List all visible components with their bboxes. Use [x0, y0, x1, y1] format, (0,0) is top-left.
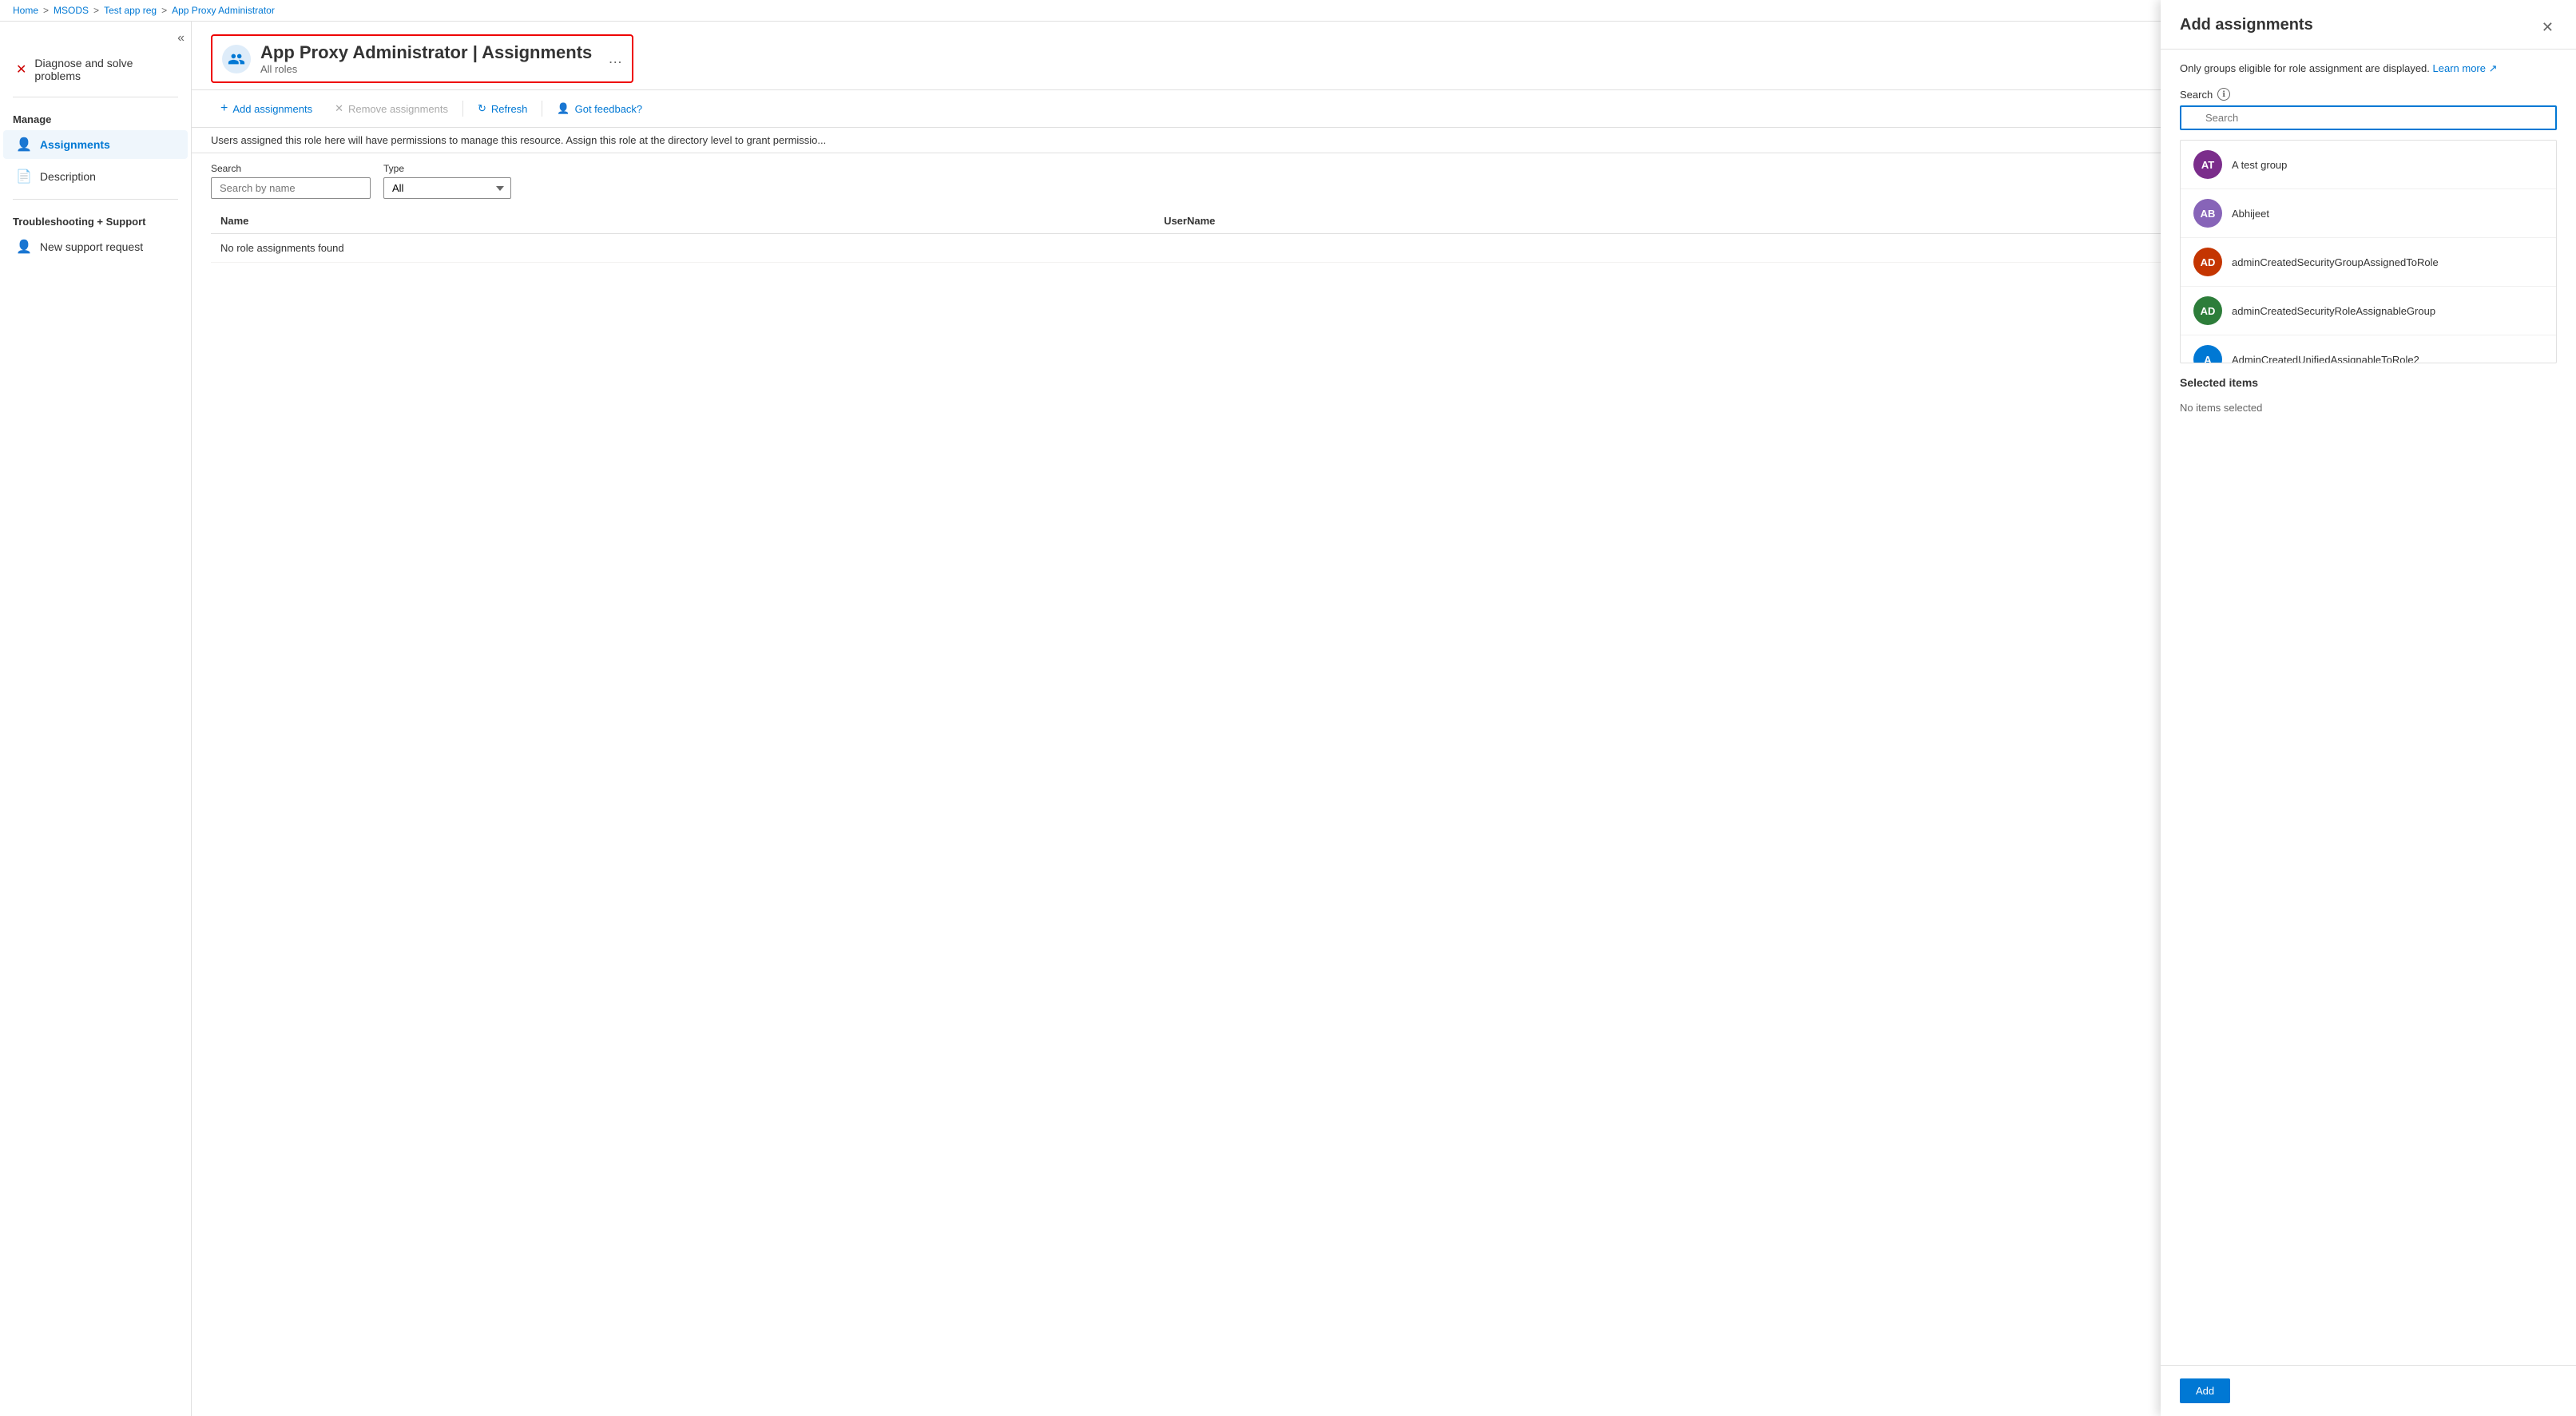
search-filter-group: Search [211, 163, 371, 199]
list-item[interactable]: AT A test group [2181, 141, 2556, 189]
feedback-button[interactable]: 👤 Got feedback? [547, 97, 652, 120]
page-header-icon [222, 45, 251, 73]
page-title: App Proxy Administrator | Assignments [260, 42, 592, 63]
remove-assignments-button[interactable]: ✕ Remove assignments [325, 97, 458, 120]
sidebar-item-description[interactable]: 📄 Description [3, 162, 188, 191]
breadcrumb-test-app-reg[interactable]: Test app reg [104, 5, 157, 16]
panel-close-button[interactable]: ✕ [2538, 22, 2557, 39]
breadcrumb-home[interactable]: Home [13, 5, 38, 16]
page-title-block: App Proxy Administrator | Assignments Al… [260, 42, 592, 75]
avatar: AD [2193, 248, 2222, 276]
list-item-name: A test group [2232, 159, 2287, 171]
panel-body: Only groups eligible for role assignment… [2161, 50, 2576, 1365]
troubleshooting-heading: Troubleshooting + Support [0, 206, 191, 231]
sidebar-item-new-support[interactable]: 👤 New support request [3, 232, 188, 261]
refresh-icon: ↻ [478, 102, 486, 115]
assignments-icon: 👤 [16, 137, 32, 153]
manage-heading: Manage [0, 104, 191, 129]
x-icon: ✕ [335, 102, 343, 115]
breadcrumb-current[interactable]: App Proxy Administrator [172, 5, 275, 16]
selected-heading: Selected items [2180, 376, 2557, 389]
sidebar: « ✕ Diagnose and solve problems Manage 👤… [0, 22, 192, 1416]
selected-section: Selected items No items selected [2180, 376, 2557, 420]
list-item-name: AdminCreatedUnifiedAssignableToRole2 [2232, 354, 2419, 364]
sidebar-item-assignments[interactable]: 👤 Assignments [3, 130, 188, 159]
feedback-icon: 👤 [557, 102, 570, 115]
support-icon: 👤 [16, 239, 32, 255]
plus-icon: + [220, 101, 228, 116]
type-filter-label: Type [383, 163, 511, 174]
panel-note: Only groups eligible for role assignment… [2180, 62, 2557, 75]
search-input-wrap: 🔍 [2180, 105, 2557, 130]
type-filter-group: Type All Users Groups Service Principals [383, 163, 511, 199]
page-more-button[interactable]: … [608, 50, 622, 67]
toolbar-separator [462, 101, 463, 117]
close-icon: ✕ [2542, 22, 2554, 35]
description-text: Users assigned this role here will have … [211, 134, 826, 146]
search-filter-label: Search [211, 163, 371, 174]
list-item-name: adminCreatedSecurityRoleAssignableGroup [2232, 305, 2435, 317]
list-item[interactable]: A AdminCreatedUnifiedAssignableToRole2 [2181, 335, 2556, 363]
add-assignments-button[interactable]: + Add assignments [211, 97, 322, 121]
search-info-icon[interactable]: ℹ [2217, 88, 2230, 101]
list-item-name: adminCreatedSecurityGroupAssignedToRole [2232, 256, 2439, 268]
list-item[interactable]: AD adminCreatedSecurityRoleAssignableGro… [2181, 287, 2556, 335]
panel-search-label: Search ℹ [2180, 88, 2557, 101]
panel-list: AT A test group AB Abhijeet AD adminCrea… [2180, 140, 2557, 363]
panel-footer: Add [2161, 1365, 2576, 1416]
description-icon: 📄 [16, 169, 32, 184]
type-filter-select[interactable]: All Users Groups Service Principals [383, 177, 511, 199]
add-assignments-panel: Add assignments ✕ Only groups eligible f… [2161, 22, 2576, 1416]
wrench-icon: ✕ [16, 61, 26, 77]
avatar: A [2193, 345, 2222, 363]
learn-more-link[interactable]: Learn more ↗ [2433, 62, 2498, 74]
search-input[interactable] [211, 177, 371, 199]
avatar: AD [2193, 296, 2222, 325]
avatar: AB [2193, 199, 2222, 228]
col-name: Name [211, 208, 1154, 234]
page-subtitle: All roles [260, 63, 592, 75]
list-item[interactable]: AD adminCreatedSecurityGroupAssignedToRo… [2181, 238, 2556, 287]
sidebar-diagnose-label: Diagnose and solve problems [34, 57, 175, 82]
panel-search-input[interactable] [2180, 105, 2557, 130]
panel-add-button[interactable]: Add [2180, 1378, 2230, 1403]
breadcrumb-msods[interactable]: MSODS [54, 5, 89, 16]
sidebar-collapse-button[interactable]: « [177, 31, 185, 46]
no-items-message: No items selected [2180, 395, 2557, 420]
refresh-button[interactable]: ↻ Refresh [468, 97, 537, 120]
panel-title: Add assignments [2180, 22, 2313, 34]
sidebar-description-label: Description [40, 170, 96, 183]
sidebar-support-label: New support request [40, 240, 143, 253]
list-item-name: Abhijeet [2232, 208, 2269, 220]
sidebar-assignments-label: Assignments [40, 138, 110, 151]
panel-header: Add assignments ✕ [2161, 22, 2576, 50]
list-item[interactable]: AB Abhijeet [2181, 189, 2556, 238]
sidebar-item-diagnose[interactable]: ✕ Diagnose and solve problems [3, 50, 188, 89]
avatar: AT [2193, 150, 2222, 179]
